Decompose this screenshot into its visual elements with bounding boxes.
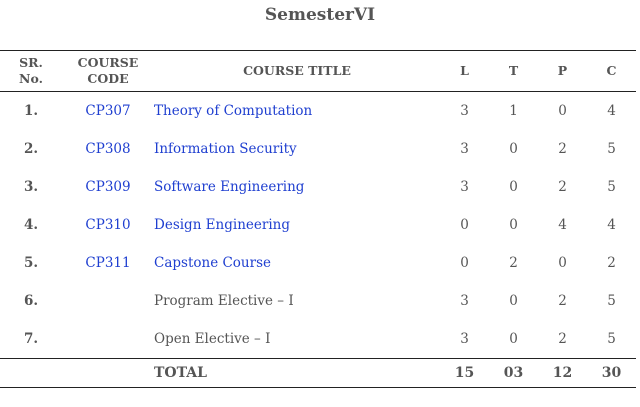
sr-no: 4. xyxy=(23,217,39,233)
practical-hours: 0 xyxy=(558,103,567,119)
course-code-link[interactable]: CP308 xyxy=(62,130,154,168)
table-header-row: SR. No. COURSE CODE COURSE TITLE L T P C xyxy=(0,50,636,92)
total-empty-cell xyxy=(0,359,62,388)
course-title-link[interactable]: Information Security xyxy=(154,130,440,168)
course-code-link[interactable]: CP310 xyxy=(62,206,154,244)
credits: 4 xyxy=(607,103,616,119)
table-row: 2. CP308 Information Security 3 0 2 5 xyxy=(0,130,636,168)
total-row: TOTAL 15 03 12 30 xyxy=(0,358,636,388)
total-empty-cell xyxy=(62,359,154,388)
credits: 2 xyxy=(607,255,616,271)
table-row: 4. CP310 Design Engineering 0 0 4 4 xyxy=(0,206,636,244)
practical-hours: 0 xyxy=(558,255,567,271)
header-t: T xyxy=(508,63,519,78)
total-practical-hours: 12 xyxy=(552,365,573,381)
tutorial-hours: 0 xyxy=(509,179,518,195)
lecture-hours: 0 xyxy=(460,255,469,271)
table-row: 5. CP311 Capstone Course 0 2 0 2 xyxy=(0,244,636,282)
sr-no: 2. xyxy=(23,141,39,157)
total-tutorial-hours: 03 xyxy=(503,365,524,381)
lecture-hours: 3 xyxy=(460,293,469,309)
course-title-link[interactable]: Capstone Course xyxy=(154,244,440,282)
tutorial-hours: 0 xyxy=(509,141,518,157)
header-course-code: COURSE CODE xyxy=(77,55,139,86)
course-title-link[interactable]: Theory of Computation xyxy=(154,92,440,131)
tutorial-hours: 2 xyxy=(509,255,518,271)
practical-hours: 2 xyxy=(558,179,567,195)
sr-no: 6. xyxy=(23,293,39,309)
credits: 4 xyxy=(607,217,616,233)
lecture-hours: 3 xyxy=(460,103,469,119)
tutorial-hours: 1 xyxy=(509,103,518,119)
practical-hours: 2 xyxy=(558,141,567,157)
header-course-title: COURSE TITLE xyxy=(243,63,351,78)
lecture-hours: 3 xyxy=(460,141,469,157)
course-title-link[interactable]: Software Engineering xyxy=(154,168,440,206)
header-l: L xyxy=(460,63,469,78)
credits: 5 xyxy=(607,141,616,157)
total-lecture-hours: 15 xyxy=(454,365,475,381)
lecture-hours: 3 xyxy=(460,331,469,347)
table-row: 3. CP309 Software Engineering 3 0 2 5 xyxy=(0,168,636,206)
sr-no: 1. xyxy=(23,103,39,119)
page-title: SemesterVI xyxy=(264,5,376,25)
tutorial-hours: 0 xyxy=(509,293,518,309)
course-code-link[interactable]: CP311 xyxy=(62,244,154,282)
course-code xyxy=(62,320,154,359)
practical-hours: 4 xyxy=(558,217,567,233)
practical-hours: 2 xyxy=(558,293,567,309)
lecture-hours: 3 xyxy=(460,179,469,195)
header-c: C xyxy=(606,63,617,78)
course-code xyxy=(62,282,154,320)
table-row: 1. CP307 Theory of Computation 3 1 0 4 xyxy=(0,92,636,131)
credits: 5 xyxy=(607,293,616,309)
credits: 5 xyxy=(607,331,616,347)
header-sr-no: SR. No. xyxy=(19,55,43,86)
sr-no: 7. xyxy=(23,331,39,347)
total-credits: 30 xyxy=(601,365,622,381)
lecture-hours: 0 xyxy=(460,217,469,233)
total-label: TOTAL xyxy=(154,365,207,381)
sr-no: 3. xyxy=(23,179,39,195)
table-row: 7. Open Elective – I 3 0 2 5 xyxy=(0,320,636,359)
course-title-link[interactable]: Design Engineering xyxy=(154,206,440,244)
credits: 5 xyxy=(607,179,616,195)
course-table: SR. No. COURSE CODE COURSE TITLE L T P C… xyxy=(0,50,636,388)
tutorial-hours: 0 xyxy=(509,217,518,233)
table-row: 6. Program Elective – I 3 0 2 5 xyxy=(0,282,636,320)
course-title: Open Elective – I xyxy=(154,331,271,347)
course-title: Program Elective – I xyxy=(154,293,294,309)
header-p: P xyxy=(557,63,568,78)
course-code-link[interactable]: CP307 xyxy=(62,92,154,131)
tutorial-hours: 0 xyxy=(509,331,518,347)
practical-hours: 2 xyxy=(558,331,567,347)
sr-no: 5. xyxy=(23,255,39,271)
course-code-link[interactable]: CP309 xyxy=(62,168,154,206)
